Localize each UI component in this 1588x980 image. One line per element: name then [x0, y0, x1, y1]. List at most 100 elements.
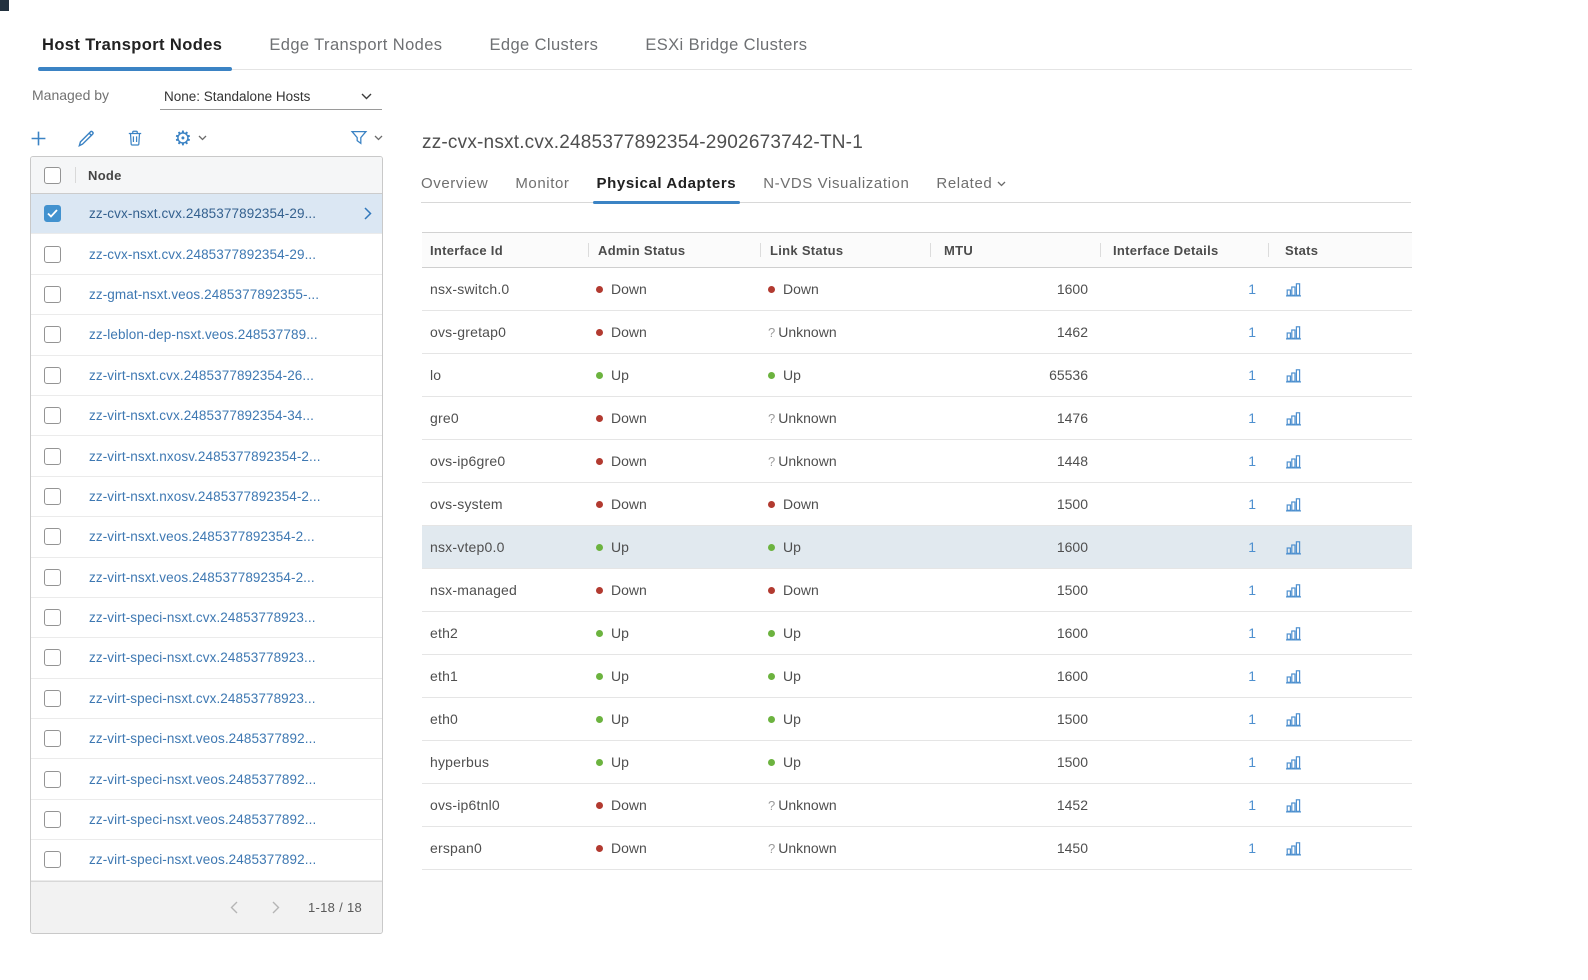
- stats-button[interactable]: [1285, 497, 1302, 512]
- stats-button[interactable]: [1285, 368, 1302, 383]
- stats-button[interactable]: [1285, 540, 1302, 555]
- select-all-checkbox[interactable]: [44, 167, 61, 184]
- node-row[interactable]: zz-cvx-nsxt.cvx.2485377892354-29...: [31, 194, 382, 234]
- node-link[interactable]: zz-virt-speci-nsxt.cvx.24853778923...: [89, 610, 382, 625]
- row-checkbox[interactable]: [44, 488, 61, 505]
- node-row[interactable]: zz-gmat-nsxt.veos.2485377892355-...: [31, 275, 382, 315]
- add-button[interactable]: [30, 130, 47, 147]
- detail-tab[interactable]: Monitor: [515, 167, 569, 202]
- delete-button[interactable]: [126, 129, 144, 147]
- column-header-stats[interactable]: Stats: [1268, 233, 1412, 267]
- node-row[interactable]: zz-virt-speci-nsxt.veos.2485377892...: [31, 840, 382, 880]
- row-checkbox[interactable]: [44, 811, 61, 828]
- row-checkbox[interactable]: [44, 205, 61, 222]
- row-checkbox[interactable]: [44, 528, 61, 545]
- page-tab[interactable]: ESXi Bridge Clusters: [635, 34, 817, 69]
- row-checkbox[interactable]: [44, 730, 61, 747]
- column-header-mtu[interactable]: MTU: [930, 233, 1100, 267]
- row-checkbox[interactable]: [44, 851, 61, 868]
- node-link[interactable]: zz-virt-nsxt.nxosv.2485377892354-2...: [89, 489, 382, 504]
- node-row[interactable]: zz-virt-nsxt.nxosv.2485377892354-2...: [31, 436, 382, 476]
- node-link[interactable]: zz-cvx-nsxt.cvx.2485377892354-29...: [89, 247, 382, 262]
- stats-button[interactable]: [1285, 798, 1302, 813]
- node-link[interactable]: zz-cvx-nsxt.cvx.2485377892354-29...: [89, 206, 362, 221]
- row-checkbox[interactable]: [44, 286, 61, 303]
- node-row[interactable]: zz-virt-speci-nsxt.veos.2485377892...: [31, 719, 382, 759]
- stats-button[interactable]: [1285, 325, 1302, 340]
- node-link[interactable]: zz-virt-speci-nsxt.veos.2485377892...: [89, 731, 382, 746]
- page-tab[interactable]: Host Transport Nodes: [38, 34, 232, 69]
- node-row[interactable]: zz-virt-nsxt.cvx.2485377892354-34...: [31, 396, 382, 436]
- node-link[interactable]: zz-virt-speci-nsxt.veos.2485377892...: [89, 852, 382, 867]
- node-link[interactable]: zz-virt-nsxt.veos.2485377892354-2...: [89, 570, 382, 585]
- node-row[interactable]: zz-virt-speci-nsxt.veos.2485377892...: [31, 800, 382, 840]
- interface-details-link[interactable]: 1: [1248, 539, 1256, 555]
- row-checkbox[interactable]: [44, 407, 61, 424]
- stats-button[interactable]: [1285, 583, 1302, 598]
- row-checkbox[interactable]: [44, 569, 61, 586]
- interface-details-link[interactable]: 1: [1248, 367, 1256, 383]
- node-link[interactable]: zz-virt-speci-nsxt.cvx.24853778923...: [89, 650, 382, 665]
- previous-page-button[interactable]: [230, 901, 238, 914]
- column-header-link-status[interactable]: Link Status: [760, 233, 930, 267]
- stats-button[interactable]: [1285, 841, 1302, 856]
- interface-details-link[interactable]: 1: [1248, 281, 1256, 297]
- interface-details-link[interactable]: 1: [1248, 711, 1256, 727]
- interface-details-link[interactable]: 1: [1248, 324, 1256, 340]
- node-link[interactable]: zz-virt-speci-nsxt.veos.2485377892...: [89, 812, 382, 827]
- node-link[interactable]: zz-leblon-dep-nsxt.veos.248537789...: [89, 327, 382, 342]
- stats-button[interactable]: [1285, 411, 1302, 426]
- row-checkbox[interactable]: [44, 367, 61, 384]
- edit-button[interactable]: [77, 129, 96, 148]
- filter-button[interactable]: [350, 130, 383, 146]
- row-checkbox[interactable]: [44, 326, 61, 343]
- stats-button[interactable]: [1285, 454, 1302, 469]
- interface-details-link[interactable]: 1: [1248, 496, 1256, 512]
- interface-details-link[interactable]: 1: [1248, 797, 1256, 813]
- row-checkbox[interactable]: [44, 771, 61, 788]
- node-link[interactable]: zz-virt-speci-nsxt.veos.2485377892...: [89, 772, 382, 787]
- node-row[interactable]: zz-cvx-nsxt.cvx.2485377892354-29...: [31, 234, 382, 274]
- stats-button[interactable]: [1285, 626, 1302, 641]
- node-link[interactable]: zz-virt-nsxt.cvx.2485377892354-26...: [89, 368, 382, 383]
- node-link[interactable]: zz-virt-nsxt.cvx.2485377892354-34...: [89, 408, 382, 423]
- row-checkbox[interactable]: [44, 649, 61, 666]
- node-row[interactable]: zz-virt-speci-nsxt.cvx.24853778923...: [31, 679, 382, 719]
- interface-details-link[interactable]: 1: [1248, 754, 1256, 770]
- stats-button[interactable]: [1285, 755, 1302, 770]
- row-checkbox[interactable]: [44, 448, 61, 465]
- stats-button[interactable]: [1285, 282, 1302, 297]
- node-row[interactable]: zz-leblon-dep-nsxt.veos.248537789...: [31, 315, 382, 355]
- node-column-header[interactable]: Node: [88, 168, 122, 183]
- column-header-interface-details[interactable]: Interface Details: [1100, 233, 1268, 267]
- detail-tab[interactable]: Overview: [421, 167, 488, 202]
- row-checkbox[interactable]: [44, 246, 61, 263]
- page-tab[interactable]: Edge Clusters: [479, 34, 608, 69]
- node-row[interactable]: zz-virt-nsxt.veos.2485377892354-2...: [31, 558, 382, 598]
- column-header-interface-id[interactable]: Interface Id: [422, 233, 588, 267]
- interface-details-link[interactable]: 1: [1248, 410, 1256, 426]
- node-link[interactable]: zz-virt-speci-nsxt.cvx.24853778923...: [89, 691, 382, 706]
- row-checkbox[interactable]: [44, 690, 61, 707]
- row-checkbox[interactable]: [44, 609, 61, 626]
- detail-tab[interactable]: Related: [936, 167, 1006, 202]
- stats-button[interactable]: [1285, 669, 1302, 684]
- interface-details-link[interactable]: 1: [1248, 582, 1256, 598]
- node-link[interactable]: zz-virt-nsxt.veos.2485377892354-2...: [89, 529, 382, 544]
- node-row[interactable]: zz-virt-speci-nsxt.veos.2485377892...: [31, 759, 382, 799]
- detail-tab[interactable]: N-VDS Visualization: [763, 167, 909, 202]
- node-row[interactable]: zz-virt-nsxt.cvx.2485377892354-26...: [31, 356, 382, 396]
- settings-button[interactable]: ⚙: [174, 128, 207, 148]
- column-header-admin-status[interactable]: Admin Status: [588, 233, 760, 267]
- interface-details-link[interactable]: 1: [1248, 453, 1256, 469]
- node-row[interactable]: zz-virt-nsxt.veos.2485377892354-2...: [31, 517, 382, 557]
- node-link[interactable]: zz-gmat-nsxt.veos.2485377892355-...: [89, 287, 382, 302]
- interface-details-link[interactable]: 1: [1248, 668, 1256, 684]
- node-link[interactable]: zz-virt-nsxt.nxosv.2485377892354-2...: [89, 449, 382, 464]
- node-row[interactable]: zz-virt-speci-nsxt.cvx.24853778923...: [31, 598, 382, 638]
- managed-by-select[interactable]: None: Standalone Hosts: [160, 84, 382, 110]
- next-page-button[interactable]: [272, 901, 280, 914]
- node-row[interactable]: zz-virt-speci-nsxt.cvx.24853778923...: [31, 638, 382, 678]
- detail-tab[interactable]: Physical Adapters: [597, 167, 737, 202]
- page-tab[interactable]: Edge Transport Nodes: [259, 34, 452, 69]
